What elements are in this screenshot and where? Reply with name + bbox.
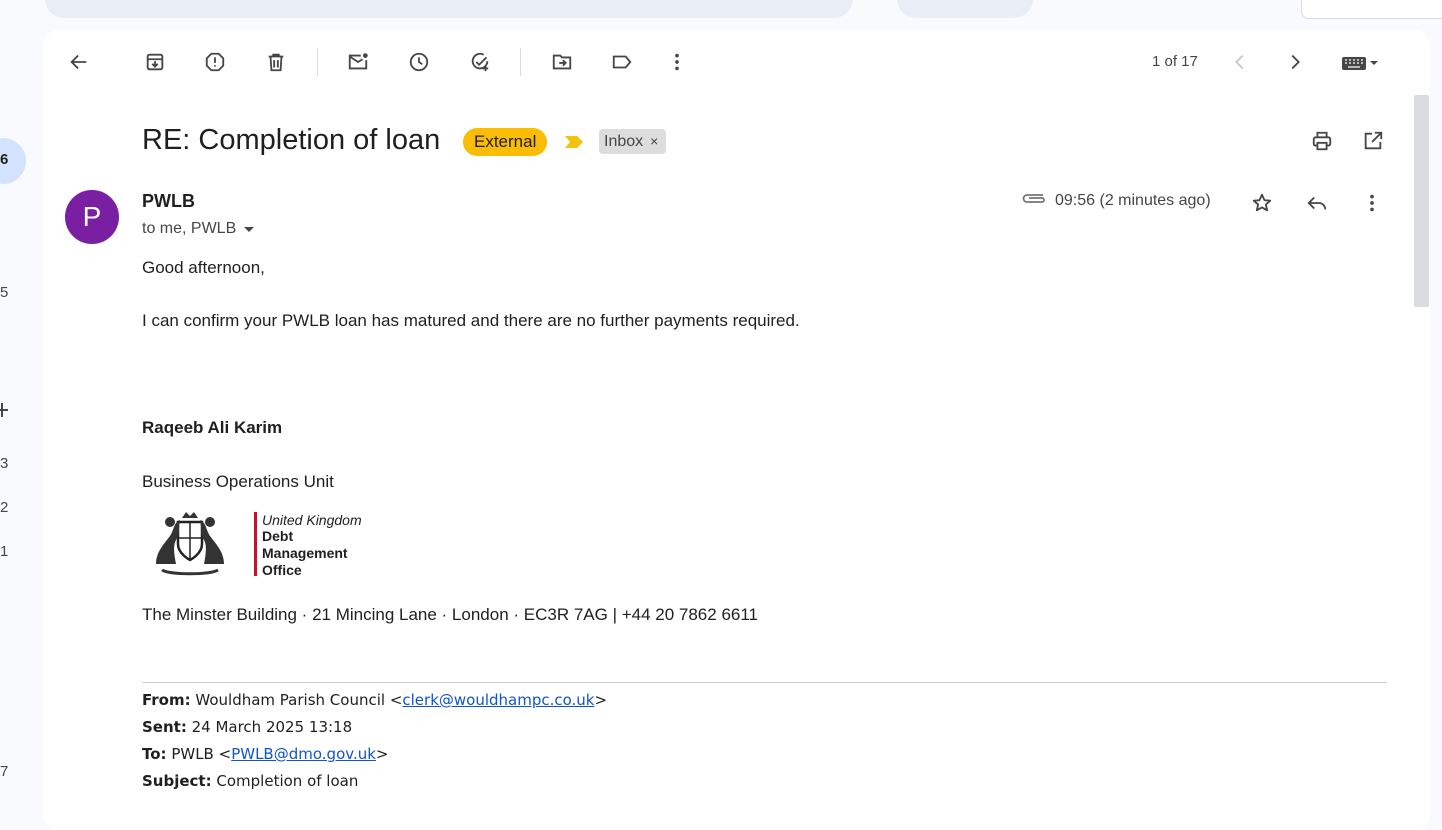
more-options-button[interactable] [657,44,697,80]
chevron-left-icon [1235,54,1244,70]
archive-button[interactable] [135,44,175,80]
open-in-new-icon [1364,131,1383,150]
logo-divider [254,512,257,576]
signature-address: The Minster Building · 21 Mincing Lane ·… [142,605,759,624]
quoted-from-name: Wouldham Parish Council < [195,691,403,709]
input-tools-button[interactable] [1331,44,1389,80]
message-more-button[interactable] [1353,184,1391,222]
previous-button[interactable] [1220,44,1260,80]
quoted-header: From: Wouldham Parish Council <clerk@wou… [142,691,607,799]
left-rail: 6 5 3 2 1 7 [0,0,40,795]
quoted-sent-label: Sent: [142,718,187,736]
body-paragraph: I can confirm your PWLB loan has matured… [142,311,800,330]
sender-avatar[interactable]: P [65,190,119,244]
signature-name: Raqeeb Ali Karim [142,418,283,437]
quoted-sent-value: 24 March 2025 13:18 [191,718,353,736]
add-icon[interactable] [0,401,10,419]
body-greeting: Good afternoon, [142,258,265,277]
more-vert-icon [1370,194,1374,212]
star-icon [1252,193,1272,212]
keyboard-icon [1342,57,1378,70]
rail-active-item[interactable]: 6 [0,138,26,184]
quoted-from-email-link[interactable]: clerk@wouldhampc.co.uk [402,691,594,709]
external-badge: External [463,128,548,156]
move-to-button[interactable] [542,44,582,80]
more-vert-icon [675,53,679,71]
label-button[interactable] [602,44,642,80]
report-spam-button[interactable] [195,44,235,80]
attachment-icon [1021,190,1047,211]
rail-count[interactable]: 3 [0,455,8,472]
top-right-control[interactable] [1301,0,1442,19]
rail-count[interactable]: 1 [0,543,8,560]
reply-button[interactable] [1298,184,1336,222]
logo-text-line: Management [262,545,348,561]
quoted-from: From: Wouldham Parish Council <clerk@wou… [142,691,607,718]
recipients-text: to me, PWLB [142,220,237,237]
archive-icon [146,53,164,71]
quoted-to: To: PWLB <PWLB@dmo.gov.uk> [142,745,607,772]
logo-text-dmo: Debt Management Office [262,528,348,579]
inbox-label-text: Inbox [604,133,644,150]
quoted-from-close: > [594,691,608,709]
reply-icon [1307,196,1327,210]
rail-count[interactable]: 2 [0,499,8,516]
logo-text-line: Office [262,562,302,578]
toolbar-divider [317,48,318,76]
sender-name[interactable]: PWLB [142,191,195,212]
next-button[interactable] [1275,44,1315,80]
message-time: 09:56 (2 minutes ago) [1055,191,1211,209]
importance-marker-icon[interactable] [565,134,585,155]
quoted-to-email-link[interactable]: PWLB@dmo.gov.uk [231,745,376,763]
quoted-to-close: > [375,745,389,763]
back-icon [70,54,87,70]
pager-count: 1 of 17 [1152,53,1198,70]
print-icon [1312,131,1332,151]
quoted-sent: Sent: 24 March 2025 13:18 [142,718,607,745]
delete-icon [268,53,284,72]
show-details-icon[interactable] [244,226,255,232]
quoted-divider [142,682,1387,683]
quoted-to-label: To: [142,745,167,763]
rail-count-active: 6 [0,151,9,168]
move-to-icon [552,54,572,70]
delete-button[interactable] [256,44,296,80]
scrollbar-thumb[interactable] [1414,95,1429,307]
dmo-logo: United Kingdom Debt Management Office [150,508,384,580]
message-subject: RE: Completion of loan [142,124,441,156]
message-toolbar: 1 of 17 [43,30,1430,94]
search-options[interactable] [897,0,1033,18]
message-meta: 09:56 (2 minutes ago) [1021,190,1211,211]
logo-text-uk: United Kingdom [262,512,362,528]
signature-unit: Business Operations Unit [142,472,334,491]
label-icon [612,55,632,69]
quoted-subject-value: Completion of loan [216,772,359,790]
quoted-to-name: PWLB < [171,745,232,763]
report-spam-icon [205,52,225,72]
open-in-new-window-button[interactable] [1354,122,1392,160]
rail-count[interactable]: 5 [0,284,8,301]
recipients-line[interactable]: to me, PWLB [142,220,255,238]
quoted-from-label: From: [142,691,191,709]
snooze-icon [409,52,429,72]
snooze-button[interactable] [399,44,439,80]
search-bar[interactable] [45,0,853,18]
chevron-right-icon [1291,54,1300,70]
add-task-icon [471,52,489,72]
remove-label-button[interactable]: × [650,133,658,149]
inbox-label-chip: Inbox × [599,129,667,154]
royal-coat-of-arms-icon [156,512,224,576]
star-button[interactable] [1243,184,1281,222]
mark-unread-button[interactable] [338,44,378,80]
message-card: 1 of 17 RE: Completion of loan External … [43,30,1430,830]
logo-text-line: Debt [262,528,294,544]
back-button[interactable] [59,44,99,80]
add-task-button[interactable] [460,44,500,80]
rail-count[interactable]: 7 [0,763,8,780]
mark-unread-icon [348,53,368,70]
toolbar-divider [520,48,521,76]
print-button[interactable] [1303,122,1341,160]
quoted-subject-label: Subject: [142,772,212,790]
